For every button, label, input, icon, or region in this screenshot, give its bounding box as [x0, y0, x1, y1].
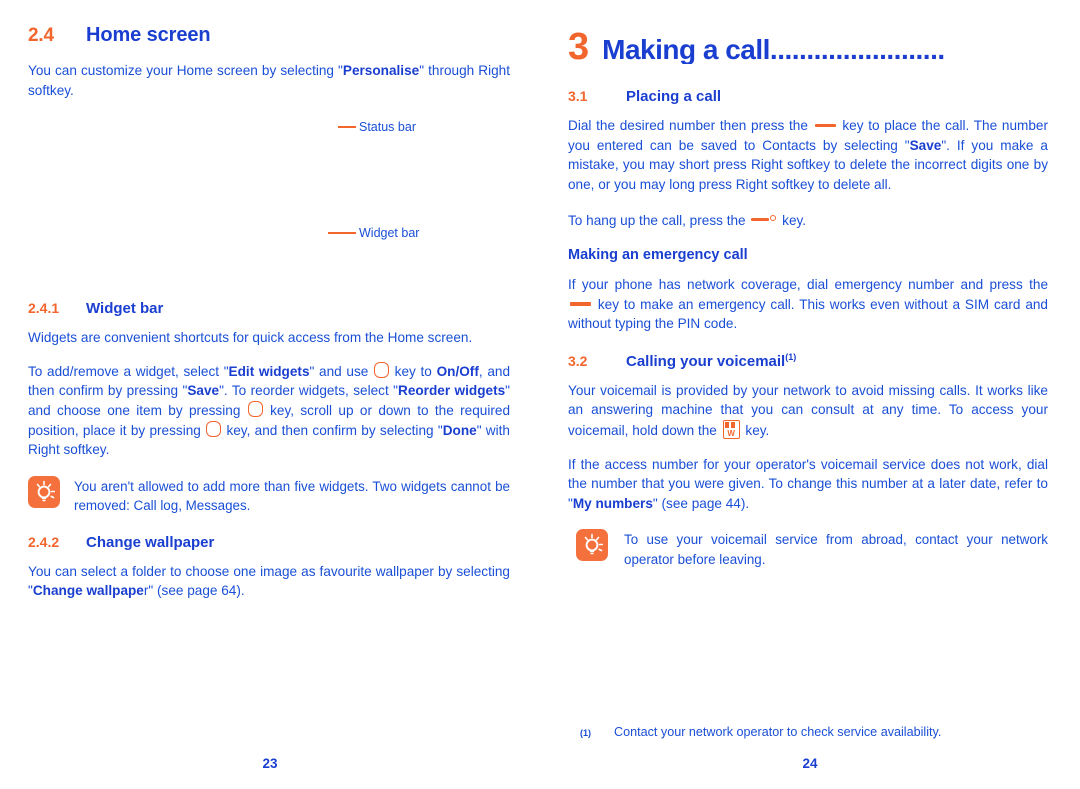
leader-line-icon	[338, 125, 356, 129]
widget-bar-paragraph-2: To add/remove a widget, select "Edit wid…	[28, 361, 510, 460]
footnote-text: Contact your network operator to check s…	[614, 725, 942, 739]
lightbulb-icon	[576, 529, 608, 562]
voicemail-paragraph-1: Your voicemail is provided by your netwo…	[568, 381, 1048, 441]
leader-line-icon	[328, 231, 356, 235]
callout-label-status-bar: Status bar	[359, 120, 416, 135]
subsection-number: 2.4.2	[28, 533, 60, 550]
navigation-key-icon	[247, 400, 263, 417]
left-page: 2.4 Home screen You can customize your H…	[0, 0, 540, 771]
placing-call-paragraph-2: To hang up the call, press the key.	[568, 208, 1048, 231]
tip-box-widgets: You aren't allowed to add more than five…	[28, 475, 510, 516]
section-title: Placing a call	[626, 88, 722, 105]
section-title: Calling your voicemail(1)	[626, 352, 796, 370]
subsection-heading-widget-bar: 2.4.1 Widget bar	[28, 300, 510, 317]
em-text-s2: key to make an emergency call. This work…	[568, 296, 1048, 332]
chapter-heading-making-a-call: 3 Making a call........................	[568, 28, 1048, 66]
intro-text-part1: You can customize your Home screen by se…	[28, 63, 343, 78]
vm2-bold-my-numbers: My numbers	[572, 495, 653, 511]
cw-text-s2: r" (see page 64).	[143, 583, 245, 599]
subsection-heading-change-wallpaper: 2.4.2 Change wallpaper	[28, 534, 510, 551]
section-heading-placing-a-call: 3.1 Placing a call	[568, 88, 1048, 105]
wb-text-s3: key to	[390, 363, 437, 379]
footnote-marker: (1)	[580, 728, 591, 738]
page-number-left: 23	[262, 756, 278, 771]
callout-label-widget-bar: Widget bar	[359, 226, 420, 241]
wb-bold-save: Save	[187, 383, 220, 399]
pc-text-s1: Dial the desired number then press the	[568, 118, 813, 133]
manual-page-spread: 2.4 Home screen You can customize your H…	[0, 0, 1080, 771]
tip-text-widgets: You aren't allowed to add more than five…	[74, 478, 510, 514]
call-key-icon	[570, 302, 591, 306]
widget-bar-paragraph-1: Widgets are convenient shortcuts for qui…	[28, 330, 473, 346]
page-footnote: (1) Contact your network operator to che…	[580, 724, 1048, 741]
navigation-key-icon	[206, 420, 222, 437]
voicemail-paragraph-2: If the access number for your operator's…	[568, 455, 1048, 514]
section-number: 3.1	[568, 88, 588, 104]
section-title-text: Calling your voicemail	[626, 352, 786, 370]
emergency-call-paragraph: If your phone has network coverage, dial…	[568, 275, 1048, 334]
subsection-title: Widget bar	[86, 300, 164, 318]
callout-widget-bar: Widget bar	[328, 226, 419, 240]
wb-bold-edit-widgets: Edit widgets	[228, 363, 310, 379]
section-heading-home-screen: 2.4 Home screen	[28, 24, 510, 47]
footnote-marker: (1)	[785, 351, 797, 362]
chapter-title: Making a call........................	[602, 36, 945, 64]
cw-bold-change-wallpaper: Change wallpape	[32, 583, 144, 599]
vm-text-s1: Your voicemail is provided by your netwo…	[568, 382, 1048, 438]
lightbulb-icon	[28, 475, 60, 508]
placing-call-paragraph-1: Dial the desired number then press the k…	[568, 116, 1048, 194]
page-number-right: 24	[802, 756, 818, 771]
tip-box-voicemail-abroad: To use your voicemail service from abroa…	[576, 529, 1048, 569]
hangup-text-s2: key.	[778, 213, 807, 229]
em-text-s1: If your phone has network coverage, dial…	[568, 276, 1048, 292]
wb-bold-reorder-widgets: Reorder widgets	[398, 383, 506, 399]
hangup-key-icon	[751, 208, 777, 228]
heading-emergency-call: Making an emergency call	[568, 246, 748, 263]
section-number: 3.2	[568, 352, 588, 369]
wb-text-s8: key, and then confirm by selecting "	[222, 422, 443, 438]
right-page: 3 Making a call........................ …	[540, 0, 1080, 771]
pc-bold-save: Save	[909, 137, 942, 153]
wb-text-s2: " and use	[309, 363, 373, 379]
voicemail-key-icon: W	[722, 419, 740, 439]
hangup-text-s1: To hang up the call, press the	[568, 213, 750, 229]
wb-text-s5: ". To reorder widgets, select "	[219, 383, 398, 399]
section-number: 2.4	[28, 25, 54, 46]
tip-text-voicemail-abroad: To use your voicemail service from abroa…	[624, 532, 1048, 567]
subsection-title: Change wallpaper	[86, 533, 215, 551]
change-wallpaper-paragraph: You can select a folder to choose one im…	[28, 562, 510, 601]
home-screen-intro-paragraph: You can customize your Home screen by se…	[28, 61, 510, 100]
vm-text-s2: key.	[741, 422, 770, 438]
section-title: Home screen	[86, 24, 211, 46]
wb-text-s1: To add/remove a widget, select "	[28, 363, 229, 379]
section-heading-calling-voicemail: 3.2 Calling your voicemail(1)	[568, 352, 1048, 370]
home-screen-illustration: Status bar Widget bar	[28, 114, 510, 282]
callout-status-bar: Status bar	[338, 120, 416, 134]
subsection-number: 2.4.1	[28, 300, 60, 317]
call-key-icon	[814, 123, 836, 127]
wb-bold-done: Done	[442, 422, 477, 438]
vm2-text-s2: " (see page 44).	[652, 495, 750, 511]
wb-bold-on-off: On/Off	[436, 363, 479, 379]
chapter-number: 3	[568, 26, 589, 68]
navigation-key-icon	[374, 361, 389, 378]
intro-bold-personalise: Personalise	[342, 63, 420, 78]
